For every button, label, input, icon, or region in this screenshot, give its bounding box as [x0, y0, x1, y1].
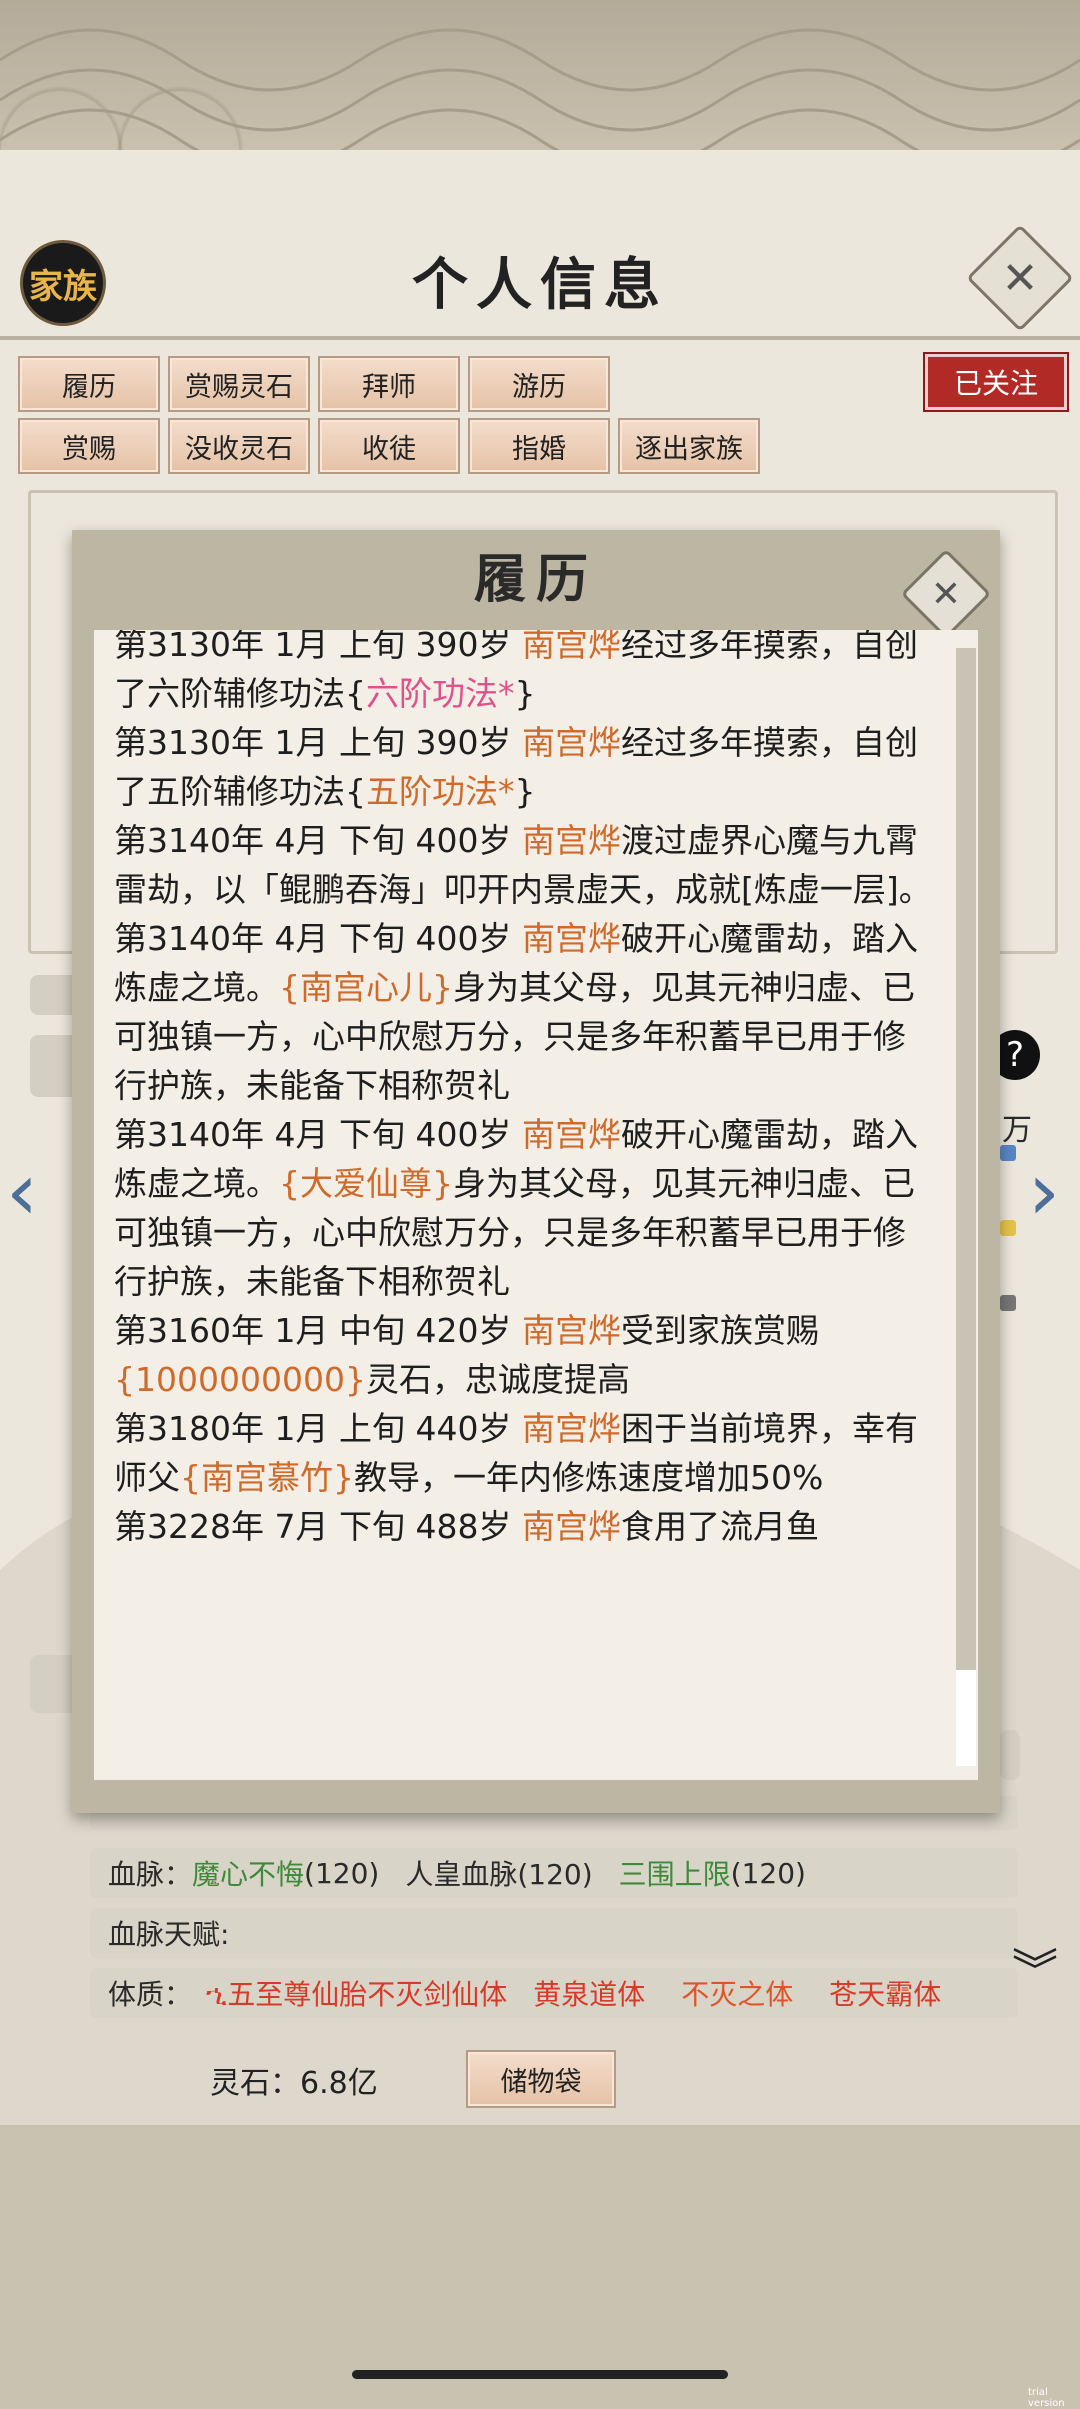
entry-hl: {1000000000} — [114, 1360, 366, 1399]
history-entry: 第3180年 1月 上旬 440岁 南宫烨困于当前境界，幸有师父{南宫慕竹}教导… — [114, 1404, 934, 1502]
status-dot — [1000, 1145, 1016, 1161]
entry-name: 南宫烨 — [521, 1115, 621, 1154]
storage-bag-button[interactable]: 储物袋 — [466, 2050, 616, 2108]
entry-pre: 第3140年 4月 下旬 400岁 — [114, 821, 522, 860]
accept-disciple-button[interactable]: 收徒 — [318, 418, 460, 474]
entry-pre: 第3140年 4月 下旬 400岁 — [114, 1115, 522, 1154]
history-entry: 第3140年 4月 下旬 400岁 南宫烨破开心魔雷劫，踏入炼虚之境。{大爱仙尊… — [114, 1110, 934, 1306]
entry-post: } — [514, 772, 536, 811]
entry-post: } — [514, 674, 536, 713]
history-list[interactable]: 第3130年 1月 上旬 390岁 南宫烨经过多年摸索，自创了六阶辅修功法{六阶… — [94, 630, 978, 1780]
confiscate-stone-button[interactable]: 没收灵石 — [168, 418, 310, 474]
history-entry: 第3140年 4月 下旬 400岁 南宫烨渡过虚界心魔与九霄雷劫，以「鲲鹏吞海」… — [114, 816, 934, 914]
modal-title: 履历 — [473, 549, 598, 610]
entry-pre: 第3130年 1月 上旬 390岁 — [114, 723, 522, 762]
entry-hl: {大爱仙尊} — [279, 1164, 453, 1203]
spirit-stone-count: 灵石：6.8亿 — [210, 2066, 378, 2101]
constitution-item: 不灭之体 — [681, 1978, 794, 2011]
entry-name: 南宫烨 — [521, 821, 621, 860]
travel-button[interactable]: 游历 — [468, 356, 610, 412]
entry-pre: 第3130年 1月 上旬 390岁 — [114, 630, 522, 664]
bg-row — [1000, 1730, 1020, 1780]
entry-name: 南宫烨 — [521, 1507, 621, 1546]
entry-mid: 食用了流月鱼 — [620, 1507, 819, 1546]
bloodline-talent-label: 血脉天赋: — [108, 1918, 230, 1951]
entry-name: 南宫烨 — [521, 919, 621, 958]
close-icon: ✕ — [930, 573, 962, 615]
expel-button[interactable]: 逐出家族 — [618, 418, 760, 474]
bloodline-item: 魔心不悔 — [192, 1858, 305, 1891]
constitution-item: 黄泉道体 — [533, 1978, 646, 2011]
entry-name: 南宫烨 — [521, 723, 621, 762]
wave-pattern — [0, 28, 1080, 150]
entry-hl: {南宫慕竹} — [180, 1458, 354, 1497]
entry-pre: 第3228年 7月 下旬 488岁 — [114, 1507, 522, 1546]
top-decor-band — [0, 0, 1080, 150]
entry-hl: 六阶功法* — [366, 674, 515, 713]
entry-mid: 受到家族赏赐 — [620, 1311, 819, 1350]
constitution-row: 体质： ኂ五至尊仙胎不灭剑仙体 黄泉道体 不灭之体 苍天霸体 — [90, 1968, 1018, 2018]
entry-name: 南宫烨 — [521, 1409, 621, 1448]
bloodline-value: (120) — [730, 1856, 806, 1890]
constitution-label: 体质： — [108, 1978, 193, 2011]
entry-pre: 第3180年 1月 上旬 440岁 — [114, 1409, 522, 1448]
history-entries: 第3130年 1月 上旬 390岁 南宫烨经过多年摸索，自创了六阶辅修功法{六阶… — [114, 630, 934, 1551]
status-dot — [1000, 1220, 1016, 1236]
entry-name: 南宫烨 — [521, 1311, 621, 1350]
page-title: 个人信息 — [412, 252, 668, 318]
constitution-item: ኂ五至尊仙胎不灭剑仙体 — [206, 1978, 508, 2011]
entry-post: 灵石，忠诚度提高 — [365, 1360, 630, 1399]
entry-post: 教导，一年内修炼速度增加50% — [354, 1458, 824, 1497]
history-entry: 第3160年 1月 中旬 420岁 南宫烨受到家族赏赐 {1000000000}灵… — [114, 1306, 934, 1404]
entry-pre: 第3160年 1月 中旬 420岁 — [114, 1311, 522, 1350]
prev-arrow-icon[interactable]: ‹ — [6, 1145, 38, 1238]
status-dot — [1000, 1295, 1016, 1311]
next-arrow-icon[interactable]: › — [1028, 1145, 1060, 1238]
scrollbar[interactable] — [956, 648, 976, 1766]
bloodline-talent-row: 血脉天赋: — [90, 1908, 1018, 1958]
bloodline-value: (120) — [304, 1856, 380, 1890]
follow-status-button[interactable]: 已关注 — [923, 352, 1069, 412]
become-disciple-button[interactable]: 拜师 — [318, 356, 460, 412]
history-modal: 履历 ✕ 第3130年 1月 上旬 390岁 南宫烨经过多年摸索，自创了六阶辅修… — [72, 530, 1000, 1813]
entry-hl: 五阶功法* — [366, 772, 515, 811]
history-entry: 第3130年 1月 上旬 390岁 南宫烨经过多年摸索，自创了六阶辅修功法{六阶… — [114, 630, 934, 718]
unit-label: 万 — [1002, 1113, 1032, 1148]
home-indicator[interactable] — [352, 2370, 728, 2379]
divider — [0, 336, 1080, 340]
bloodline-row: 血脉： 魔心不悔 (120) 人皇血脉(120) 三围上限 (120) — [90, 1848, 1018, 1898]
history-entry: 第3140年 4月 下旬 400岁 南宫烨破开心魔雷劫，踏入炼虚之境。{南宫心儿… — [114, 914, 934, 1110]
scrollbar-thumb[interactable] — [956, 1670, 976, 1766]
history-entry: 第3228年 7月 下旬 488岁 南宫烨食用了流月鱼 — [114, 1502, 934, 1551]
reward-button[interactable]: 赏赐 — [18, 418, 160, 474]
close-icon: ✕ — [1001, 252, 1039, 304]
entry-hl: {南宫心儿} — [279, 968, 453, 1007]
entry-pre: 第3140年 4月 下旬 400岁 — [114, 919, 522, 958]
arrange-marriage-button[interactable]: 指婚 — [468, 418, 610, 474]
reward-stone-button[interactable]: 赏赐灵石 — [168, 356, 310, 412]
trial-watermark: trial version — [1028, 2387, 1065, 2409]
bloodline-item: 三围上限 — [618, 1858, 731, 1891]
entry-name: 南宫烨 — [521, 630, 621, 664]
constitution-item: 苍天霸体 — [829, 1978, 942, 2011]
expand-down-icon[interactable]: ︾ — [1012, 1948, 1058, 1994]
bloodline-label: 血脉： — [108, 1858, 193, 1891]
history-button[interactable]: 履历 — [18, 356, 160, 412]
bloodline-item: 人皇血脉(120) — [405, 1858, 593, 1891]
history-entry: 第3130年 1月 上旬 390岁 南宫烨经过多年摸索，自创了五阶辅修功法{五阶… — [114, 718, 934, 816]
